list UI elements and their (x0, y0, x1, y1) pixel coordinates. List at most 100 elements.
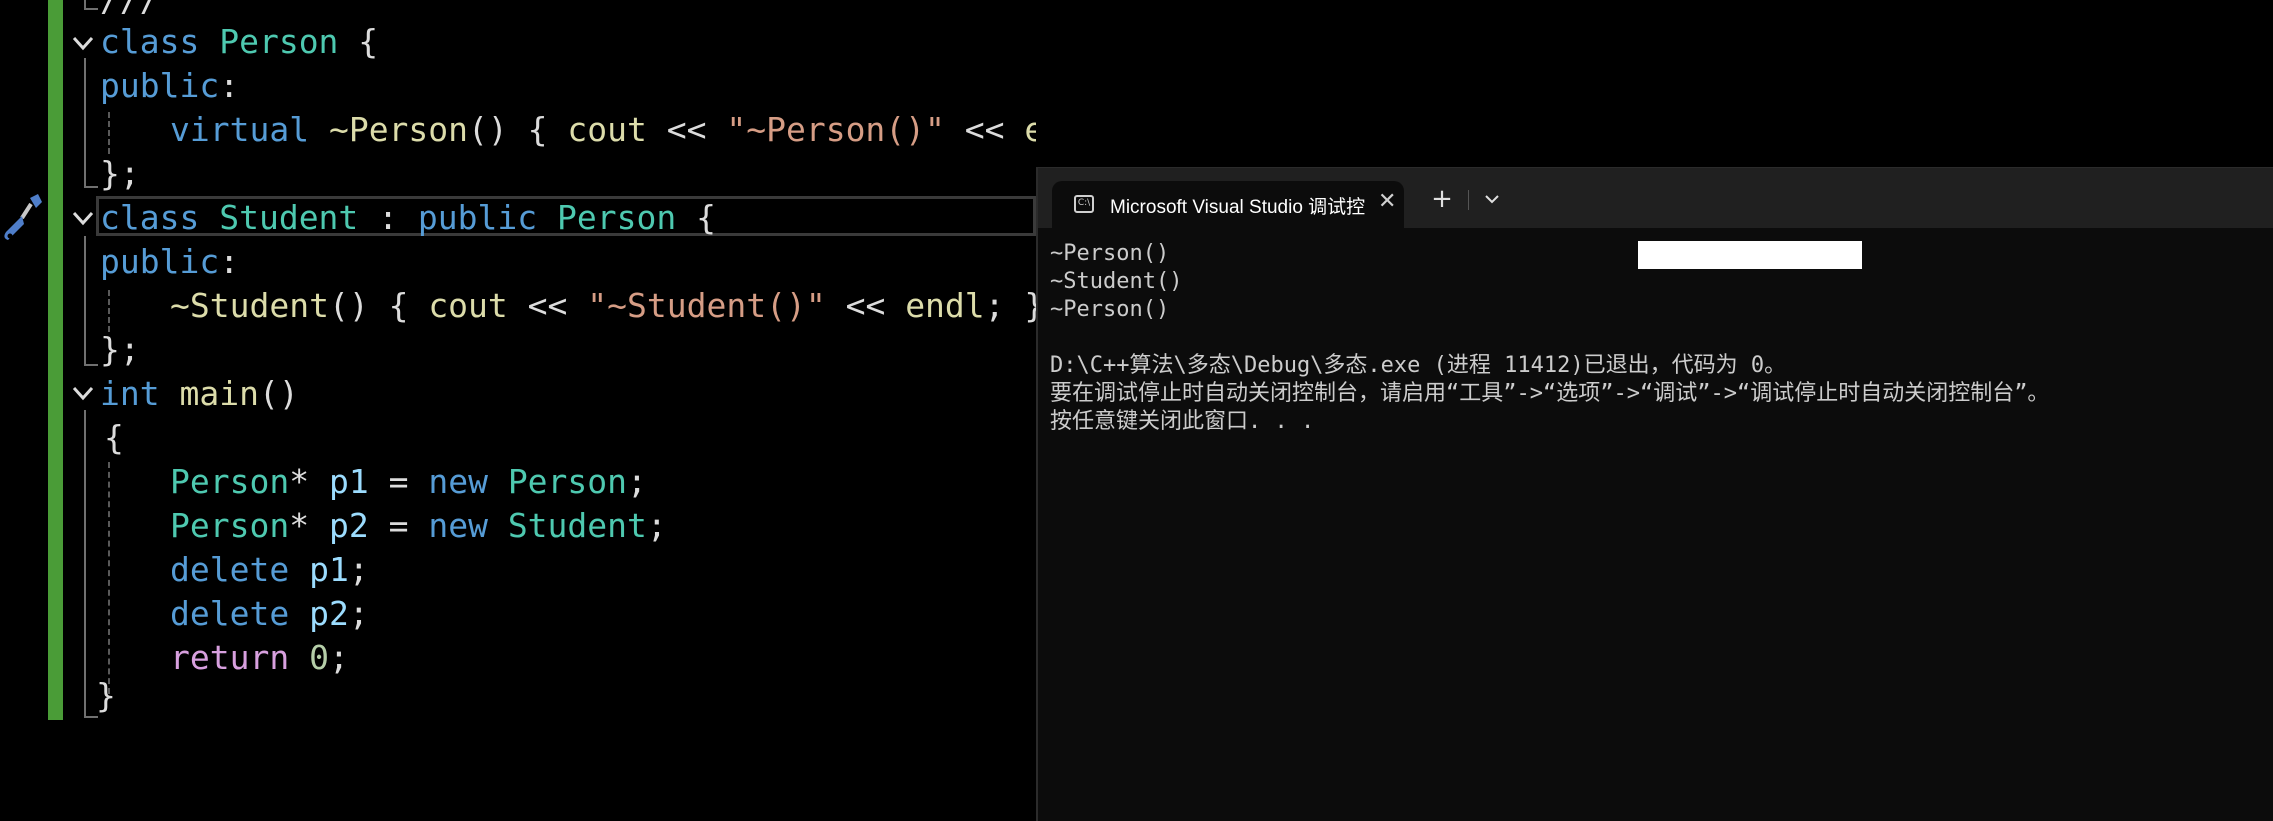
keyword-token: delete (170, 550, 290, 589)
code-line[interactable]: class Student : public Person { (100, 196, 716, 240)
punct-token: : (219, 66, 240, 105)
brace-token: { (338, 22, 379, 61)
output-line: ~Person() (1050, 241, 1170, 266)
code-line[interactable]: ~Student() { cout << "~Student()" << end… (170, 284, 1036, 328)
code-editor[interactable]: /// class Person { public: virtual ~Pers… (0, 0, 1036, 820)
keyword-token: int (100, 374, 160, 413)
punct-token: { (368, 286, 429, 325)
number-token: 0 (309, 638, 329, 677)
fold-chevron-icon[interactable] (70, 380, 96, 406)
code-line[interactable]: delete p1; (170, 548, 369, 592)
identifier-token: cout (567, 110, 647, 149)
code-line[interactable]: Person* p2 = new Student; (170, 504, 667, 548)
quick-actions-screwdriver-icon[interactable] (0, 192, 44, 244)
punct-token: : (219, 242, 240, 281)
control-keyword-token: return (170, 638, 290, 677)
fold-chevron-icon[interactable] (70, 205, 96, 231)
new-tab-button[interactable]: + (1424, 182, 1460, 216)
type-token: Student (507, 506, 647, 545)
code-token: /// (100, 0, 160, 19)
code-line[interactable]: { (104, 416, 124, 460)
punct-token: ; (646, 506, 667, 545)
function-token: ~Student (170, 286, 329, 325)
output-line: 按任意键关闭此窗口. . . (1050, 409, 1315, 434)
string-token: "~Student()" (587, 286, 826, 325)
code-line[interactable]: } (96, 674, 116, 718)
type-token: Person (507, 462, 628, 501)
punct-token: }; (100, 154, 140, 193)
code-line[interactable]: delete p2; (170, 592, 369, 636)
type-token: Person (219, 22, 339, 61)
code-line[interactable]: return 0; (170, 636, 349, 680)
fold-chevron-icon[interactable] (70, 30, 96, 56)
string-token: "~Person()" (726, 110, 945, 149)
code-line[interactable]: Person* p1 = new Person; (170, 460, 647, 504)
fold-guide (84, 58, 86, 188)
keyword-token: virtual (170, 110, 310, 149)
output-line: ~Student() (1050, 269, 1183, 294)
operator-token: = (368, 462, 429, 501)
terminal-window[interactable]: C:\ Microsoft Visual Studio 调试控 ✕ + ~Per… (1036, 167, 2273, 821)
change-tracking-bar (48, 0, 63, 720)
indent-guide (108, 290, 110, 332)
punct-token: () (328, 286, 369, 325)
punct-token: ; } (984, 286, 1036, 325)
brace-token: } (96, 676, 116, 715)
variable-token: p1 (309, 550, 349, 589)
variable-token: p2 (309, 594, 349, 633)
terminal-tab[interactable]: C:\ Microsoft Visual Studio 调试控 ✕ (1052, 181, 1404, 228)
output-line: D:\C++算法\多态\Debug\多态.exe (进程 11412)已退出，代… (1050, 353, 1787, 378)
terminal-output[interactable]: ~Person() ~Student() ~Person() D:\C++算法\… (1050, 240, 2049, 436)
keyword-token: public (417, 198, 538, 237)
code-line[interactable]: class Person { (100, 20, 378, 64)
keyword-token: class (100, 198, 200, 237)
code-line[interactable]: public: (100, 64, 239, 108)
code-line[interactable]: public: (100, 240, 239, 284)
punct-token: ; (627, 462, 647, 501)
keyword-token: public (100, 242, 220, 281)
punct-token: * (289, 462, 329, 501)
brace-token: { (104, 418, 124, 457)
terminal-titlebar[interactable]: C:\ Microsoft Visual Studio 调试控 ✕ + (1038, 168, 2273, 228)
code-line[interactable]: }; (100, 152, 140, 196)
close-icon[interactable]: ✕ (1378, 189, 1396, 214)
operator-token: << (646, 110, 727, 149)
punct-token: ; (348, 594, 369, 633)
punct-token: ; (328, 638, 349, 677)
punct-token: : (358, 198, 418, 237)
indent-guide (108, 462, 110, 694)
identifier-token: cout (428, 286, 508, 325)
titlebar-divider (1468, 190, 1469, 210)
indent-guide (108, 112, 110, 154)
chevron-down-icon[interactable] (1474, 182, 1510, 216)
output-line: ~Person() (1050, 297, 1170, 322)
fold-guide (84, 410, 86, 718)
variable-token: p2 (328, 506, 369, 545)
fold-guide (84, 236, 86, 366)
function-token: main (179, 374, 259, 413)
code-line[interactable]: }; (100, 328, 140, 372)
code-line[interactable]: virtual ~Person() { cout << "~Person()" … (170, 108, 1036, 152)
operator-token: << (825, 286, 906, 325)
redaction-box (1638, 241, 1862, 269)
punct-token: () (258, 374, 299, 413)
brace-token: { (676, 198, 716, 237)
console-app-icon: C:\ (1074, 195, 1094, 213)
code-line[interactable]: /// (100, 0, 160, 22)
output-line: 要在调试停止时自动关闭控制台，请启用“工具”->“选项”->“调试”->“调试停… (1050, 381, 2050, 406)
identifier-token: endl (905, 286, 985, 325)
type-token: Person (170, 506, 290, 545)
keyword-token: new (428, 506, 488, 545)
function-token: ~Person (328, 110, 469, 149)
keyword-token: delete (170, 594, 290, 633)
punct-token: * (289, 506, 329, 545)
code-line[interactable]: int main() (100, 372, 299, 416)
operator-token: << (507, 286, 588, 325)
type-token: Person (557, 198, 677, 237)
punct-token: () (468, 110, 508, 149)
